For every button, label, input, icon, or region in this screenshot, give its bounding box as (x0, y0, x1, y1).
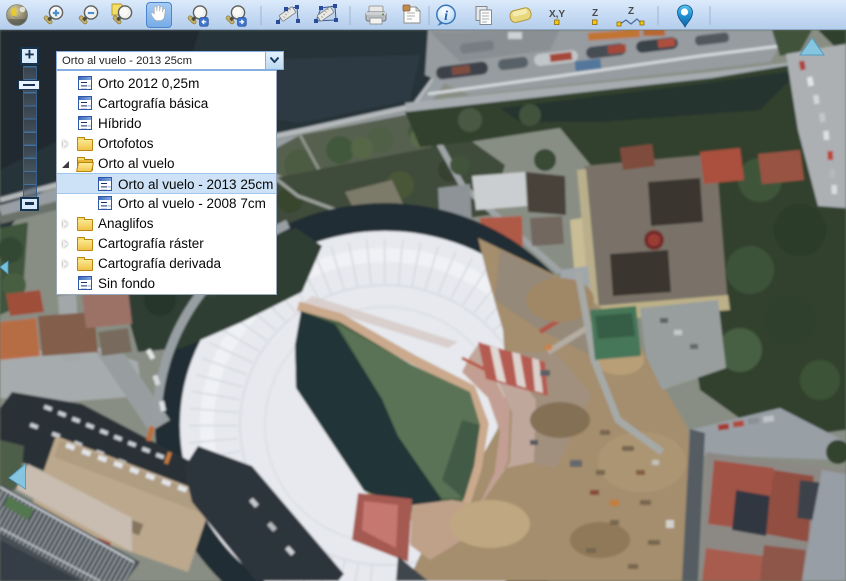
svg-text:Z: Z (592, 8, 598, 19)
svg-text:X,Y: X,Y (549, 9, 565, 20)
svg-text:Z: Z (628, 6, 634, 17)
svg-text:i: i (444, 9, 448, 24)
